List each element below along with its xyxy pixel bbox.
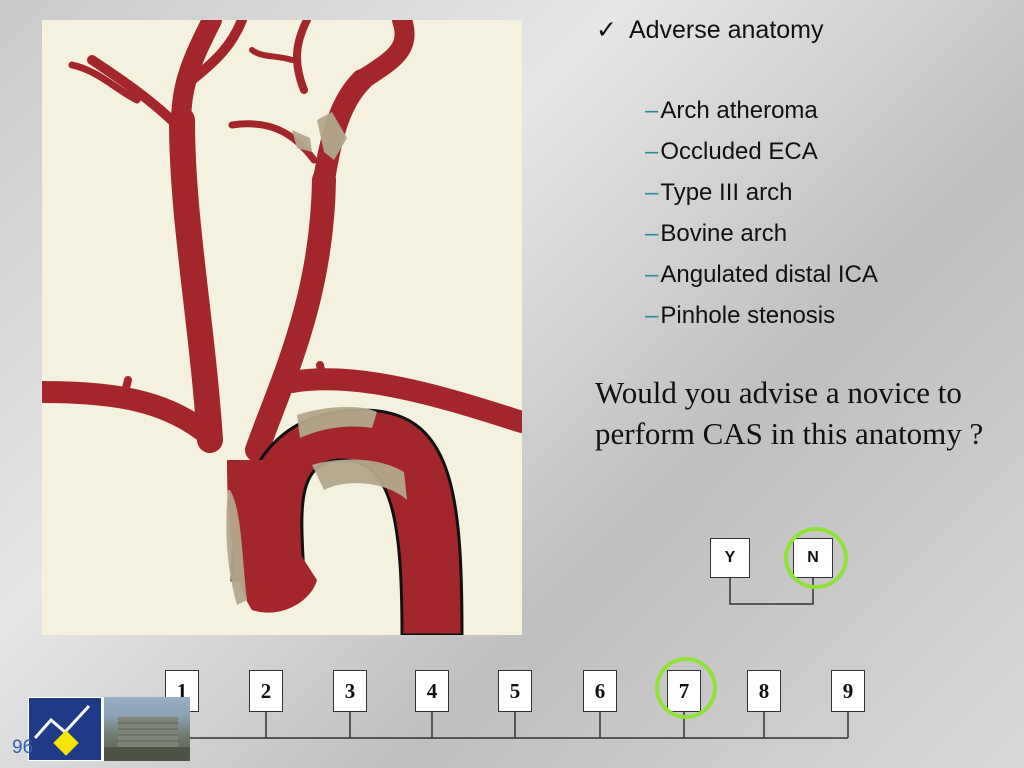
- list-item: –Occluded ECA: [645, 137, 878, 178]
- page-number: 96: [12, 737, 34, 758]
- building-image: [104, 717, 190, 761]
- scale-option-5[interactable]: 5: [498, 670, 532, 712]
- question-text: Would you advise a novice to perform CAS…: [595, 375, 984, 451]
- list-marker: –: [645, 179, 659, 206]
- arch-anatomy-drawing: [42, 20, 522, 635]
- list-item: –Arch atheroma: [645, 96, 878, 137]
- list-marker: –: [645, 220, 659, 247]
- list-item: –Bovine arch: [645, 219, 878, 260]
- scale-option-6[interactable]: 6: [583, 670, 617, 712]
- scale-option-2[interactable]: 2: [249, 670, 283, 712]
- list-item-label: Type III arch: [660, 179, 793, 206]
- hospital-building-photo: [104, 697, 190, 761]
- hospital-logo: [28, 697, 102, 761]
- artery-network: [42, 20, 522, 462]
- list-marker: –: [645, 97, 659, 124]
- list-item-label: Occluded ECA: [660, 138, 818, 165]
- list-item-label: Bovine arch: [660, 220, 788, 247]
- selected-highlight-ring: [655, 657, 717, 719]
- scale-option-4[interactable]: 4: [415, 670, 449, 712]
- list-item: –Pinhole stenosis: [645, 301, 878, 342]
- list-item-label: Pinhole stenosis: [660, 302, 836, 329]
- list-item: –Angulated distal ICA: [645, 260, 878, 301]
- scale-option-9[interactable]: 9: [831, 670, 865, 712]
- list-item: –Type III arch: [645, 178, 878, 219]
- list-marker: –: [645, 302, 659, 329]
- arch-anatomy-illustration: [42, 20, 522, 635]
- list-marker: –: [645, 261, 659, 288]
- scale-option-8[interactable]: 8: [747, 670, 781, 712]
- list-item-label: Angulated distal ICA: [660, 261, 878, 288]
- vote-yes-button[interactable]: Y: [710, 538, 750, 578]
- list-item-label: Arch atheroma: [660, 97, 818, 124]
- heading-line: ✓ Adverse anatomy: [596, 15, 824, 45]
- logo-graph-icon: [33, 704, 91, 756]
- heading-text: Adverse anatomy: [628, 16, 824, 44]
- scale-option-3[interactable]: 3: [333, 670, 367, 712]
- checkmark-icon: ✓: [596, 16, 617, 44]
- list-marker: –: [645, 138, 659, 165]
- selected-highlight-ring: [784, 527, 848, 589]
- anatomy-list: –Arch atheroma –Occluded ECA –Type III a…: [645, 96, 878, 342]
